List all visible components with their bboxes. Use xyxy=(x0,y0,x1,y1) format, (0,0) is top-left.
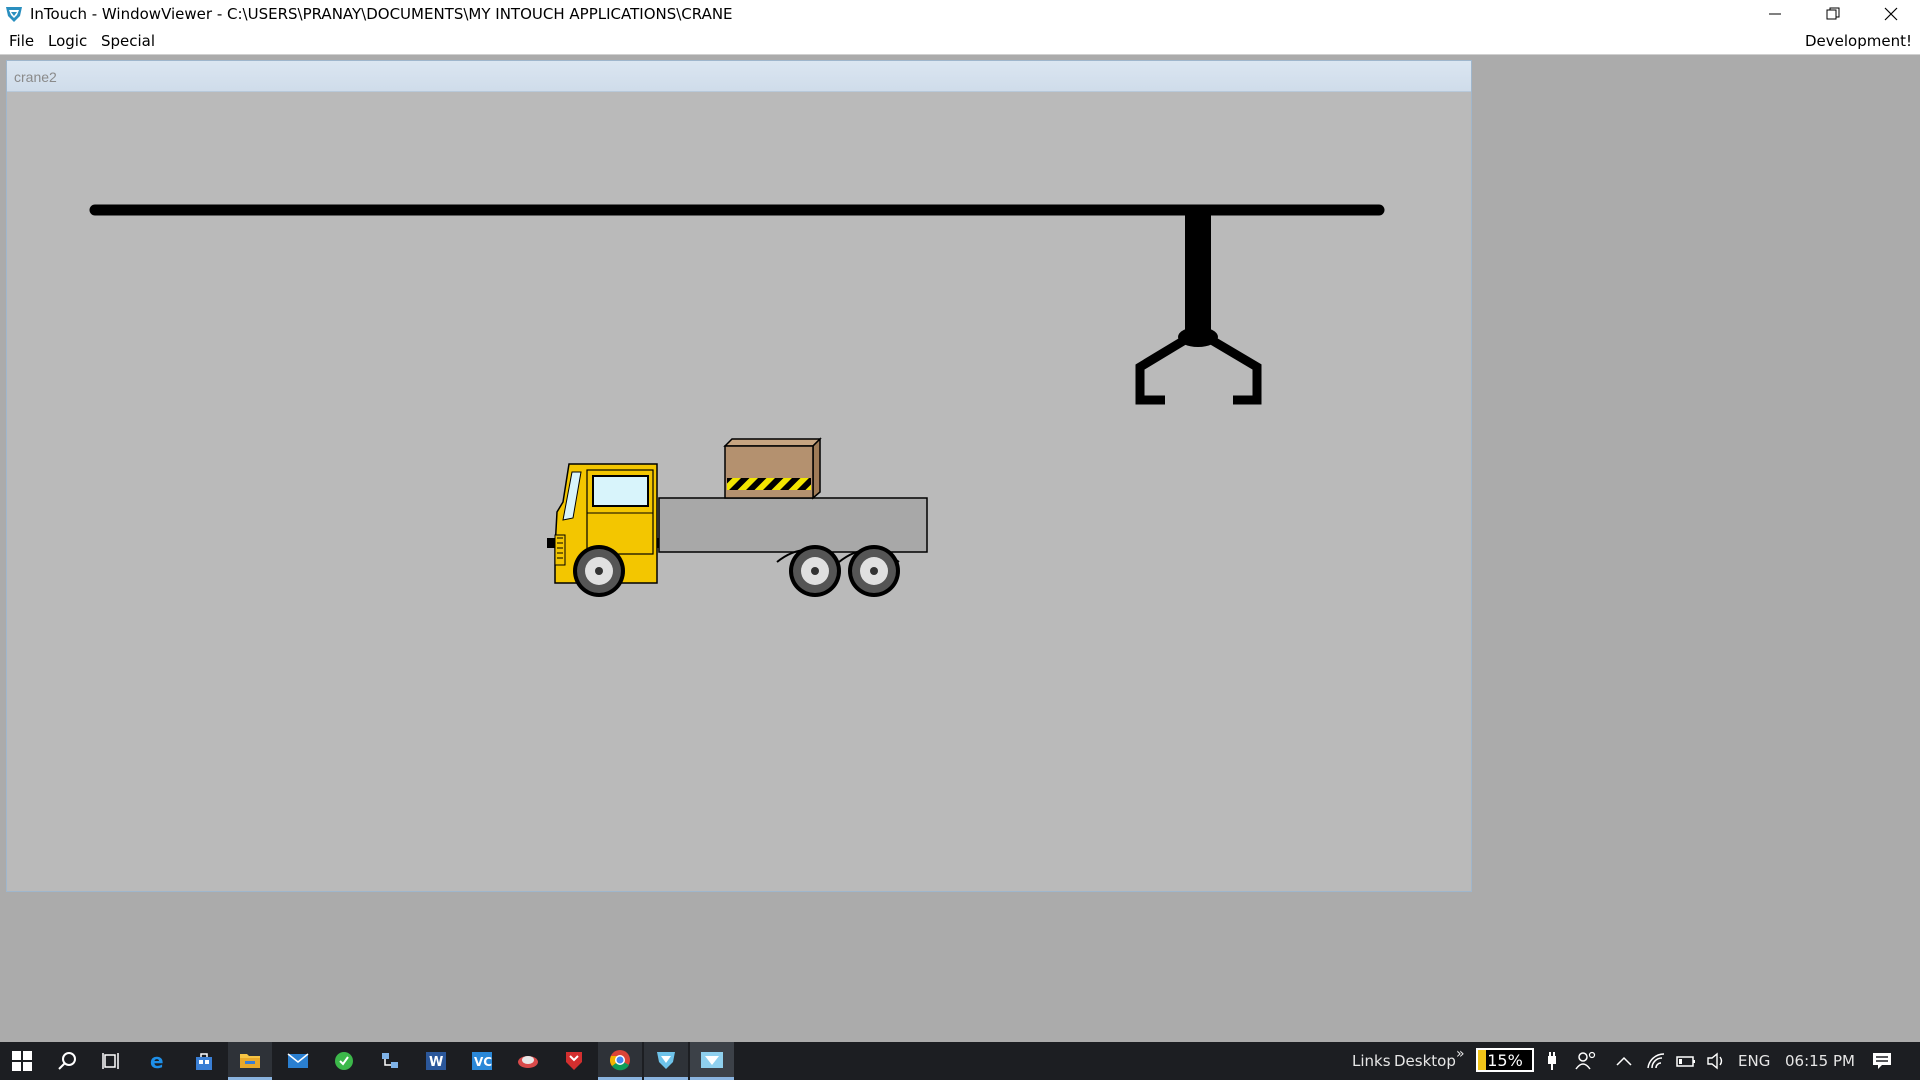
green-app-icon xyxy=(335,1052,353,1070)
menu-logic[interactable]: Logic xyxy=(48,32,87,50)
volume-button[interactable] xyxy=(1700,1042,1732,1080)
battery-percent: 15% xyxy=(1487,1051,1523,1070)
taskbar-network-app[interactable] xyxy=(368,1042,412,1080)
toolbar-chevron[interactable]: » xyxy=(1456,1046,1465,1062)
power-plug-button[interactable] xyxy=(1540,1042,1564,1080)
links-toolbar[interactable]: Links xyxy=(1352,1052,1391,1070)
taskbar-store[interactable] xyxy=(182,1042,226,1080)
intouch-viewer-icon xyxy=(701,1051,723,1068)
truck-wheel-rear-2 xyxy=(848,545,900,597)
cargo-crate xyxy=(723,437,822,500)
mail-icon xyxy=(287,1053,309,1068)
task-view-button[interactable] xyxy=(90,1042,134,1080)
taskbar-shield-app[interactable] xyxy=(552,1042,596,1080)
taskbar-vc-app[interactable]: VC xyxy=(460,1042,504,1080)
taskbar-chrome[interactable] xyxy=(598,1042,642,1080)
taskbar-word[interactable]: W xyxy=(414,1042,458,1080)
intouch-manager-icon xyxy=(657,1051,675,1069)
power-plug-icon xyxy=(1548,1052,1556,1070)
close-button[interactable] xyxy=(1862,0,1920,28)
development-menu[interactable]: Development! xyxy=(1805,32,1912,50)
restore-button[interactable] xyxy=(1804,0,1862,28)
truck-wheel-front xyxy=(573,545,625,597)
close-icon xyxy=(1884,7,1898,21)
task-view-icon xyxy=(102,1053,119,1069)
chevron-up-icon xyxy=(1616,1056,1632,1066)
vc-app-icon: VC xyxy=(472,1052,492,1070)
taskbar-green-app[interactable] xyxy=(322,1042,366,1080)
window-title: InTouch - WindowViewer - C:\USERS\PRANAY… xyxy=(30,5,733,23)
people-button[interactable] xyxy=(1568,1042,1604,1080)
taskbar: e W VC Links Desktop » 15% ENG 06:15 PM xyxy=(0,1042,1920,1080)
notifications-icon xyxy=(1873,1053,1891,1069)
inner-window-titlebar[interactable]: crane2 xyxy=(7,61,1471,92)
svg-text:W: W xyxy=(429,1055,443,1070)
menu-bar: File Logic Special Development! xyxy=(0,28,1920,55)
inner-window-title: crane2 xyxy=(14,69,57,85)
menu-file[interactable]: File xyxy=(9,32,34,50)
svg-text:VC: VC xyxy=(474,1055,492,1069)
taskbar-mail[interactable] xyxy=(276,1042,320,1080)
title-bar: InTouch - WindowViewer - C:\USERS\PRANAY… xyxy=(0,0,1920,28)
file-explorer-icon xyxy=(240,1053,260,1068)
search-icon xyxy=(58,1052,76,1070)
desktop-toolbar[interactable]: Desktop xyxy=(1394,1052,1456,1070)
svg-text:e: e xyxy=(150,1050,164,1072)
taskbar-intouch-viewer[interactable] xyxy=(690,1042,734,1080)
start-button[interactable] xyxy=(0,1042,44,1080)
language-indicator[interactable]: ENG xyxy=(1738,1052,1770,1070)
crane-scene xyxy=(89,204,1385,597)
taskbar-file-explorer[interactable] xyxy=(228,1042,272,1080)
clock[interactable]: 06:15 PM xyxy=(1785,1052,1855,1070)
restore-icon xyxy=(1826,7,1840,20)
taskbar-intouch-manager[interactable] xyxy=(644,1042,688,1080)
wifi-icon xyxy=(1647,1053,1665,1069)
shield-app-icon xyxy=(566,1052,582,1070)
show-hidden-icons-button[interactable] xyxy=(1608,1042,1640,1080)
chrome-icon xyxy=(610,1049,630,1070)
menu-special[interactable]: Special xyxy=(101,32,155,50)
volume-icon xyxy=(1707,1052,1723,1070)
battery-indicator[interactable]: 15% xyxy=(1476,1048,1534,1072)
cloud-app-icon xyxy=(518,1056,538,1068)
battery-button[interactable] xyxy=(1670,1042,1702,1080)
truck-flatbed xyxy=(658,497,928,553)
windows-start-icon xyxy=(12,1051,32,1071)
action-center-button[interactable] xyxy=(1860,1042,1904,1080)
battery-icon xyxy=(1676,1056,1695,1067)
people-icon xyxy=(1575,1051,1596,1070)
taskbar-edge[interactable]: e xyxy=(136,1042,180,1080)
network-app-icon xyxy=(382,1053,398,1068)
edge-icon: e xyxy=(150,1050,164,1072)
network-button[interactable] xyxy=(1640,1042,1672,1080)
minimize-icon xyxy=(1769,13,1781,15)
store-icon xyxy=(196,1053,212,1070)
search-button[interactable] xyxy=(45,1042,89,1080)
minimize-button[interactable] xyxy=(1746,0,1804,28)
word-icon: W xyxy=(426,1052,446,1070)
crane2-window: crane2 xyxy=(6,60,1472,892)
intouch-app-icon xyxy=(6,7,22,22)
taskbar-cloud-app[interactable] xyxy=(506,1042,550,1080)
truck-wheel-rear-1 xyxy=(789,545,841,597)
crane-claw xyxy=(1135,212,1262,405)
